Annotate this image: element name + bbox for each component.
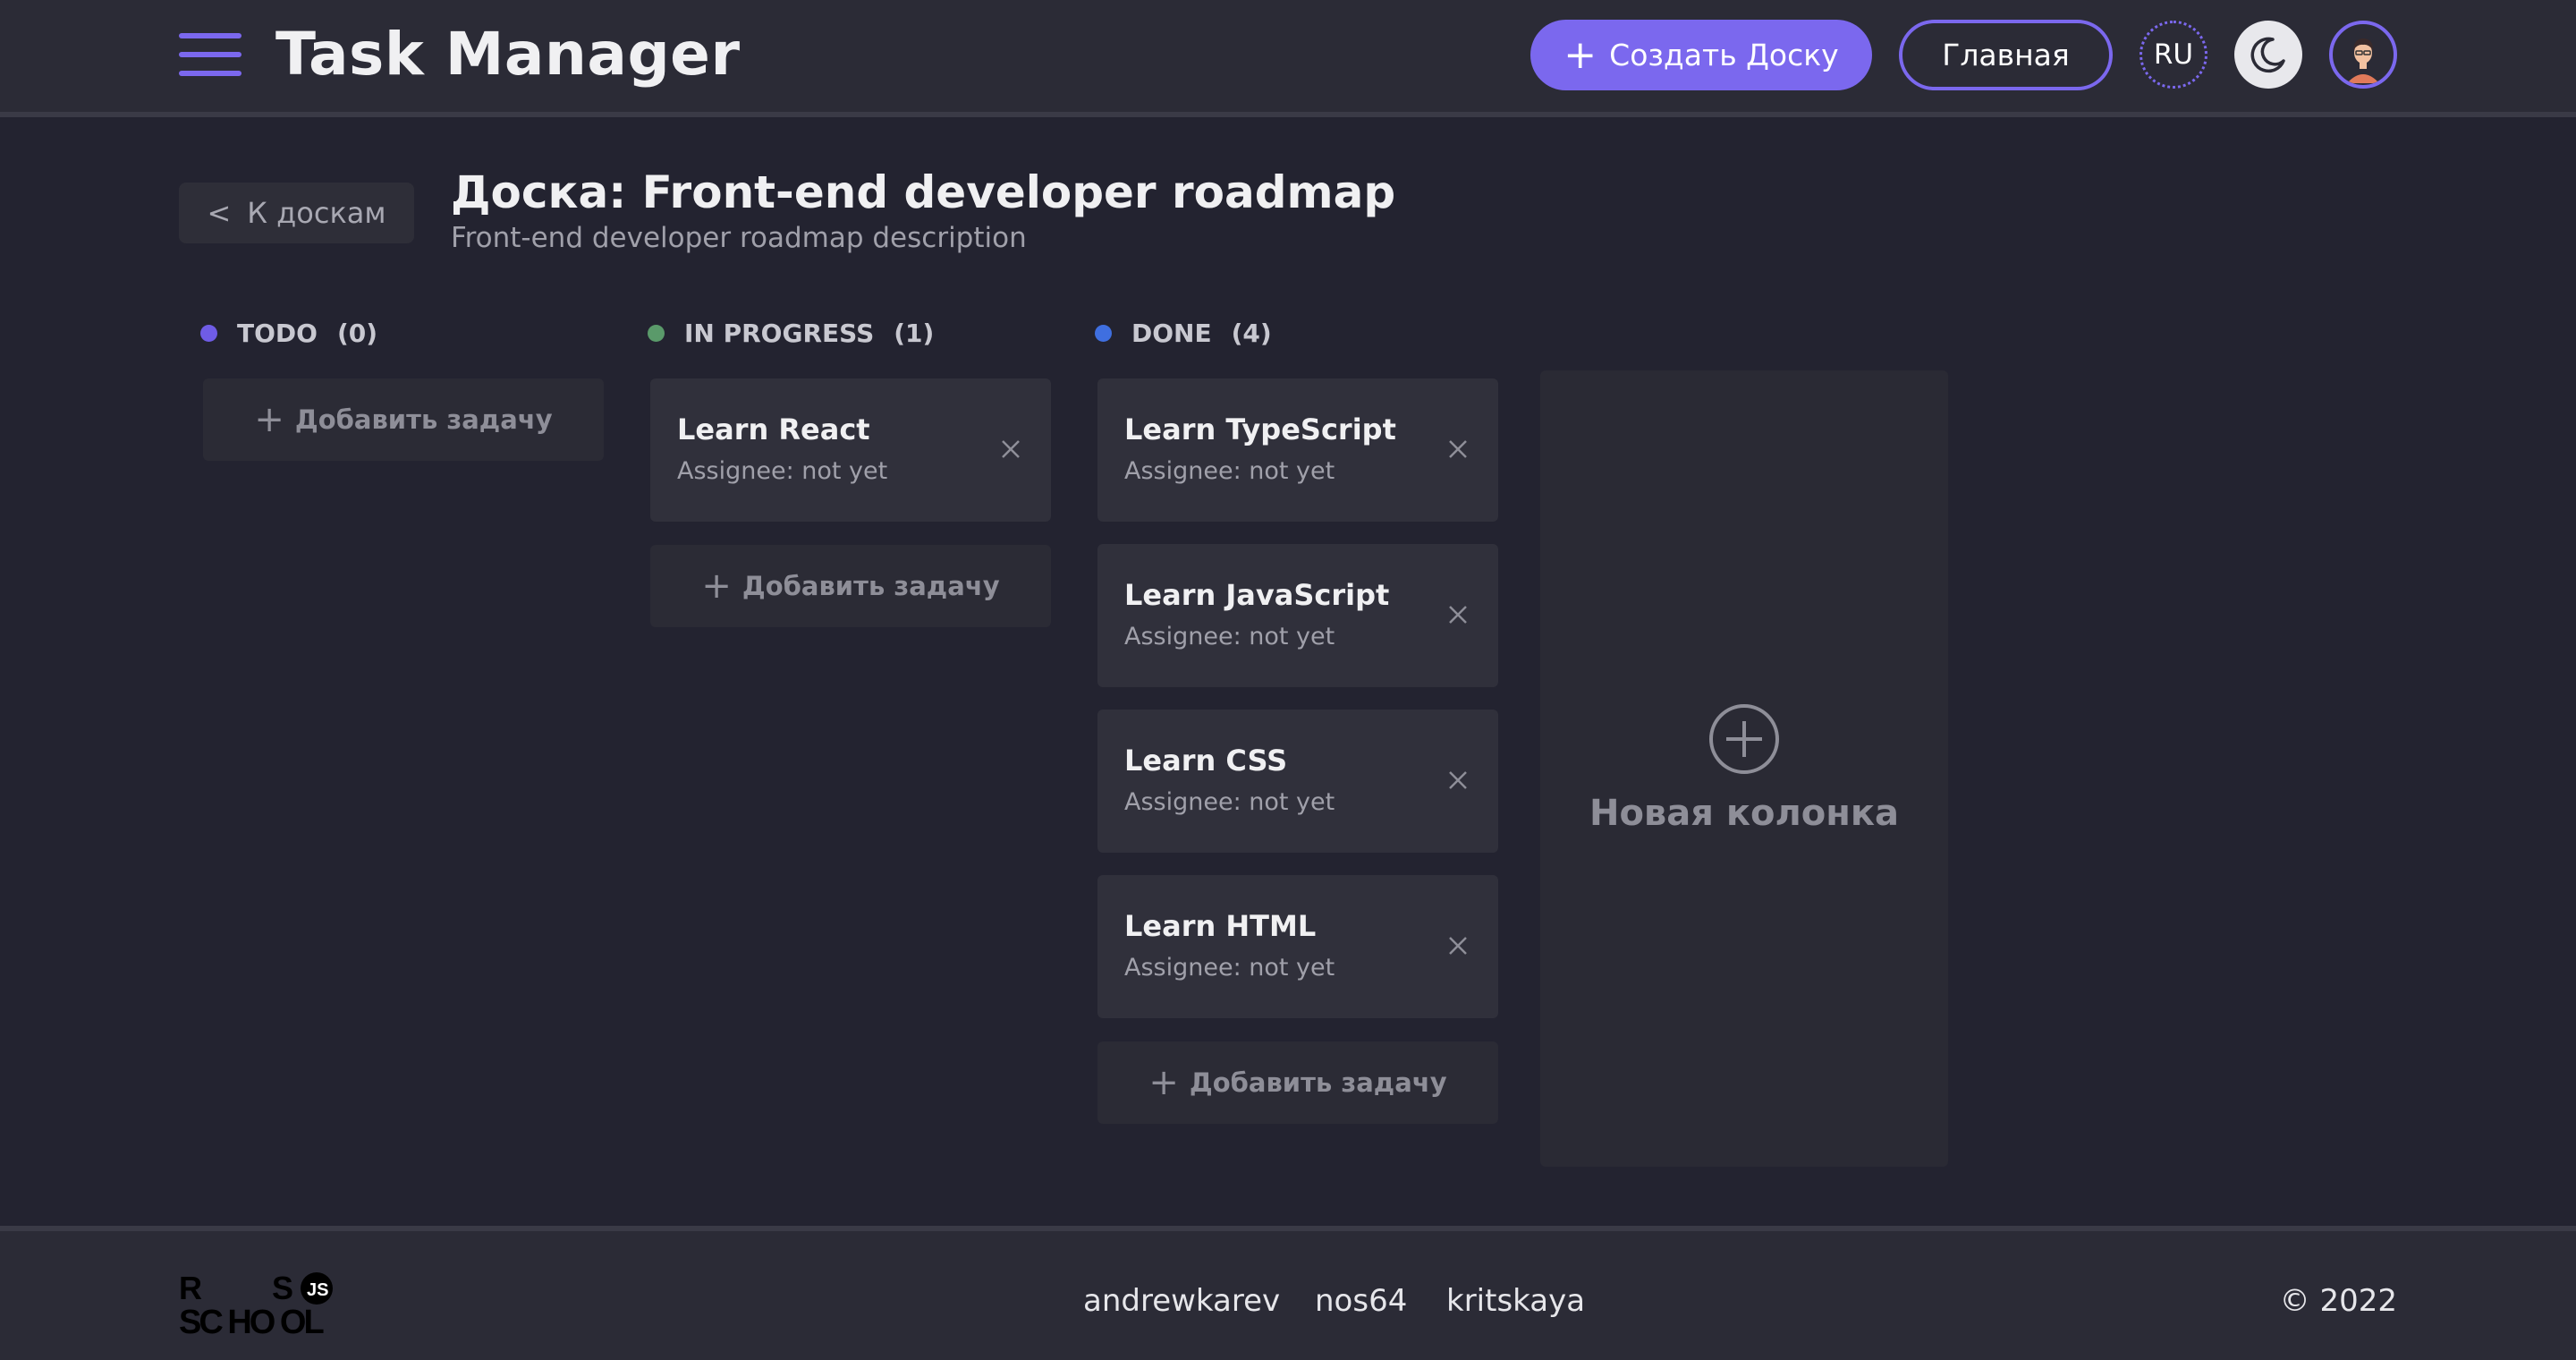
add-task-label: Добавить задачу	[294, 404, 553, 435]
task-title: Learn TypeScript	[1124, 412, 1396, 446]
plus-icon: +	[701, 565, 732, 607]
task-title: Learn JavaScript	[1124, 578, 1390, 612]
svg-text:S: S	[272, 1270, 293, 1306]
close-icon[interactable]	[1445, 932, 1471, 959]
app-footer: R S SC HO OL JS andrewkarev nos64 kritsk…	[0, 1226, 2576, 1360]
close-icon[interactable]	[1445, 767, 1471, 794]
add-task-button-done[interactable]: + Добавить задачу	[1097, 1041, 1498, 1124]
language-toggle[interactable]: RU	[2140, 21, 2207, 89]
task-assignee: Assignee: not yet	[1124, 623, 1335, 650]
status-dot-icon	[1095, 324, 1112, 342]
rs-school-logo[interactable]: R S SC HO OL JS	[179, 1269, 362, 1339]
task-assignee: Assignee: not yet	[1124, 457, 1335, 485]
task-card[interactable]: Learn HTML Assignee: not yet	[1097, 875, 1498, 1018]
status-dot-icon	[648, 324, 665, 342]
user-avatar-button[interactable]	[2329, 21, 2397, 89]
close-icon[interactable]	[1445, 436, 1471, 463]
avatar-icon	[2334, 26, 2392, 83]
column-header-done: DONE (4)	[1095, 317, 1272, 349]
task-card[interactable]: Learn React Assignee: not yet	[650, 378, 1051, 522]
create-board-button[interactable]: + Создать Доску	[1530, 20, 1872, 90]
column-count: (0)	[336, 318, 378, 348]
add-task-label: Добавить задачу	[741, 571, 1000, 601]
column-header-in-progress: IN PROGRESS (1)	[648, 317, 934, 349]
add-task-button-todo[interactable]: + Добавить задачу	[203, 378, 604, 461]
task-assignee: Assignee: not yet	[1124, 954, 1335, 982]
plus-icon: +	[254, 399, 284, 440]
plus-circle-icon	[1709, 704, 1779, 774]
svg-text:R: R	[179, 1270, 202, 1306]
svg-text:JS: JS	[307, 1280, 328, 1300]
new-column-label: Новая колонка	[1589, 793, 1900, 834]
create-board-label: Создать Доску	[1609, 38, 1839, 72]
status-dot-icon	[200, 324, 217, 342]
home-button[interactable]: Главная	[1899, 20, 2113, 90]
board-description: Front-end developer roadmap description	[451, 222, 1027, 254]
add-task-label: Добавить задачу	[1189, 1067, 1447, 1098]
task-title: Learn HTML	[1124, 909, 1317, 943]
copyright: © 2022	[2279, 1283, 2397, 1319]
back-to-boards-label: К доскам	[247, 196, 386, 230]
board-title: Доска: Front-end developer roadmap	[451, 166, 1396, 218]
new-column-button[interactable]: Новая колонка	[1540, 370, 1948, 1167]
back-to-boards-button[interactable]: < К доскам	[179, 183, 414, 243]
svg-text:SC HO OL: SC HO OL	[179, 1304, 324, 1339]
plus-icon: +	[1148, 1062, 1179, 1103]
column-header-todo: TODO (0)	[200, 317, 377, 349]
app-header: Task Manager + Создать Доску Главная RU	[0, 0, 2576, 117]
column-title: TODO	[237, 318, 318, 348]
close-icon[interactable]	[997, 436, 1024, 463]
chevron-left-icon: <	[207, 196, 232, 230]
add-task-button-in-progress[interactable]: + Добавить задачу	[650, 545, 1051, 627]
footer-link-andrewkarev[interactable]: andrewkarev	[1083, 1283, 1280, 1319]
moon-icon	[2250, 37, 2285, 73]
column-title: DONE	[1131, 318, 1212, 348]
task-assignee: Assignee: not yet	[677, 457, 888, 485]
column-count: (1)	[894, 318, 935, 348]
theme-toggle-button[interactable]	[2234, 21, 2302, 89]
task-title: Learn CSS	[1124, 744, 1288, 778]
close-icon[interactable]	[1445, 601, 1471, 628]
task-assignee: Assignee: not yet	[1124, 788, 1335, 816]
task-card[interactable]: Learn JavaScript Assignee: not yet	[1097, 544, 1498, 687]
footer-link-nos64[interactable]: nos64	[1315, 1283, 1407, 1319]
column-count: (4)	[1231, 318, 1272, 348]
task-title: Learn React	[677, 412, 870, 446]
column-title: IN PROGRESS	[684, 318, 875, 348]
app-title: Task Manager	[275, 20, 741, 89]
footer-link-kritskaya[interactable]: kritskaya	[1446, 1283, 1585, 1319]
plus-icon: +	[1563, 31, 1597, 78]
task-card[interactable]: Learn CSS Assignee: not yet	[1097, 710, 1498, 853]
task-card[interactable]: Learn TypeScript Assignee: not yet	[1097, 378, 1498, 522]
hamburger-menu-icon[interactable]	[179, 33, 242, 78]
